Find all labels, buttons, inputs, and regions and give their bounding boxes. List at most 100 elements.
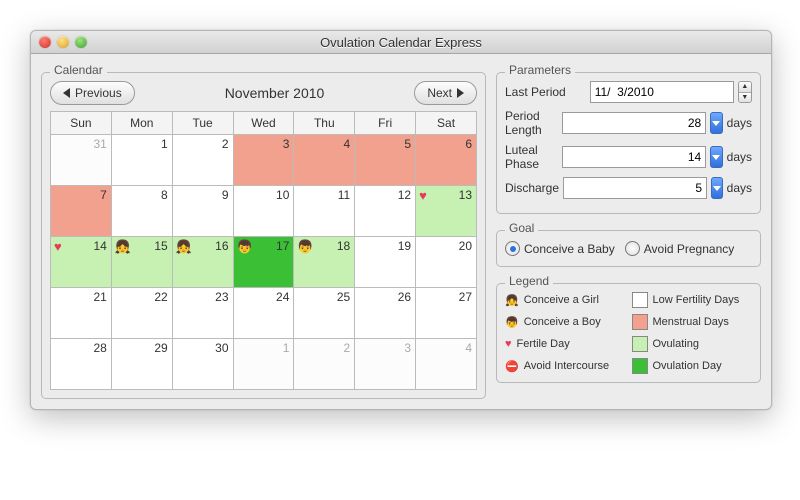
calendar-cell[interactable]: 3 [233, 135, 294, 186]
discharge-input[interactable] [563, 177, 707, 199]
weekday-header: Sat [416, 112, 477, 135]
calendar-cell[interactable]: 2 [294, 339, 355, 390]
calendar-cell[interactable]: 13♥ [416, 186, 477, 237]
boy-icon: 👦 [237, 240, 253, 253]
weekday-header: Sun [51, 112, 112, 135]
calendar-cell[interactable]: 23 [172, 288, 233, 339]
calendar-cell[interactable]: 28 [51, 339, 112, 390]
calendar-cell[interactable]: 14♥ [51, 237, 112, 288]
close-icon[interactable] [39, 36, 51, 48]
legend-ovday: Ovulation Day [632, 358, 753, 374]
calendar-cell[interactable]: 18👦 [294, 237, 355, 288]
calendar-cell[interactable]: 26 [355, 288, 416, 339]
app-window: Ovulation Calendar Express Calendar Prev… [30, 30, 772, 410]
discharge-label: Discharge [505, 181, 559, 195]
calendar-cell[interactable]: 1 [111, 135, 172, 186]
calendar-cell[interactable]: 4 [416, 339, 477, 390]
legend-group-label: Legend [505, 274, 553, 288]
days-unit: days [727, 116, 752, 130]
legend-girl: 👧Conceive a Girl [505, 292, 626, 308]
window-title: Ovulation Calendar Express [31, 35, 771, 50]
legend-menstrual: Menstrual Days [632, 314, 753, 330]
goal-avoid-radio[interactable]: Avoid Pregnancy [625, 241, 735, 256]
legend-boy: 👦Conceive a Boy [505, 314, 626, 330]
chevron-right-icon [457, 88, 464, 98]
calendar-cell[interactable]: 17👦 [233, 237, 294, 288]
last-period-input[interactable] [590, 81, 734, 103]
calendar-cell[interactable]: 22 [111, 288, 172, 339]
legend-fertile: ♥Fertile Day [505, 336, 626, 352]
boy-icon: 👦 [297, 240, 313, 253]
calendar-cell[interactable]: 24 [233, 288, 294, 339]
weekday-header: Wed [233, 112, 294, 135]
parameters-group-label: Parameters [505, 63, 575, 77]
weekday-header: Fri [355, 112, 416, 135]
goal-conceive-label: Conceive a Baby [524, 242, 615, 256]
luteal-input[interactable] [562, 146, 706, 168]
legend-ovulating: Ovulating [632, 336, 753, 352]
chevron-left-icon [63, 88, 70, 98]
next-button[interactable]: Next [414, 81, 477, 105]
calendar-cell[interactable]: 15👧 [111, 237, 172, 288]
parameters-group: Parameters Last Period ▲▼ Period Length … [496, 72, 761, 214]
calendar-cell[interactable]: 3 [355, 339, 416, 390]
last-period-stepper[interactable]: ▲▼ [738, 81, 752, 103]
calendar-cell[interactable]: 12 [355, 186, 416, 237]
minimize-icon[interactable] [57, 36, 69, 48]
calendar-cell[interactable]: 6 [416, 135, 477, 186]
calendar-cell[interactable]: 11 [294, 186, 355, 237]
goal-group-label: Goal [505, 221, 538, 235]
calendar-cell[interactable]: 10 [233, 186, 294, 237]
period-length-label: Period Length [505, 109, 558, 137]
calendar-cell[interactable]: 29 [111, 339, 172, 390]
weekday-header: Tue [172, 112, 233, 135]
goal-conceive-radio[interactable]: Conceive a Baby [505, 241, 615, 256]
goal-group: Goal Conceive a Baby Avoid Pregnancy [496, 230, 761, 267]
radio-icon [625, 241, 640, 256]
last-period-label: Last Period [505, 85, 586, 99]
calendar-cell[interactable]: 30 [172, 339, 233, 390]
calendar-cell[interactable]: 9 [172, 186, 233, 237]
calendar-cell[interactable]: 5 [355, 135, 416, 186]
girl-icon: 👧 [176, 240, 192, 253]
days-unit: days [727, 181, 752, 195]
zoom-icon[interactable] [75, 36, 87, 48]
legend-low: Low Fertility Days [632, 292, 753, 308]
calendar-group: Calendar Previous November 2010 Next Sun… [41, 72, 486, 399]
calendar-cell[interactable]: 16👧 [172, 237, 233, 288]
boy-icon: 👦 [505, 316, 519, 329]
swatch-icon [632, 336, 648, 352]
girl-icon: 👧 [505, 294, 519, 307]
calendar-cell[interactable]: 8 [111, 186, 172, 237]
discharge-dropdown[interactable] [711, 177, 723, 199]
calendar-table: SunMonTueWedThuFriSat 311234567891011121… [50, 111, 477, 390]
calendar-cell[interactable]: 31 [51, 135, 112, 186]
heart-icon: ♥ [419, 189, 427, 202]
calendar-cell[interactable]: 2 [172, 135, 233, 186]
calendar-cell[interactable]: 4 [294, 135, 355, 186]
next-label: Next [427, 86, 452, 100]
calendar-cell[interactable]: 20 [416, 237, 477, 288]
legend-group: Legend 👧Conceive a Girl Low Fertility Da… [496, 283, 761, 383]
calendar-cell[interactable]: 7 [51, 186, 112, 237]
calendar-cell[interactable]: 1 [233, 339, 294, 390]
calendar-cell[interactable]: 19 [355, 237, 416, 288]
legend-avoid: ⛔Avoid Intercourse [505, 358, 626, 374]
titlebar: Ovulation Calendar Express [31, 31, 771, 54]
goal-avoid-label: Avoid Pregnancy [644, 242, 735, 256]
calendar-cell[interactable]: 27 [416, 288, 477, 339]
heart-icon: ♥ [505, 338, 512, 350]
previous-button[interactable]: Previous [50, 81, 135, 105]
calendar-cell[interactable]: 21 [51, 288, 112, 339]
luteal-dropdown[interactable] [710, 146, 722, 168]
girl-icon: 👧 [115, 240, 131, 253]
swatch-icon [632, 314, 648, 330]
calendar-cell[interactable]: 25 [294, 288, 355, 339]
weekday-header: Thu [294, 112, 355, 135]
calendar-title: November 2010 [225, 85, 325, 101]
days-unit: days [727, 150, 752, 164]
period-length-input[interactable] [562, 112, 706, 134]
previous-label: Previous [75, 86, 122, 100]
calendar-group-label: Calendar [50, 63, 107, 77]
period-length-dropdown[interactable] [710, 112, 722, 134]
